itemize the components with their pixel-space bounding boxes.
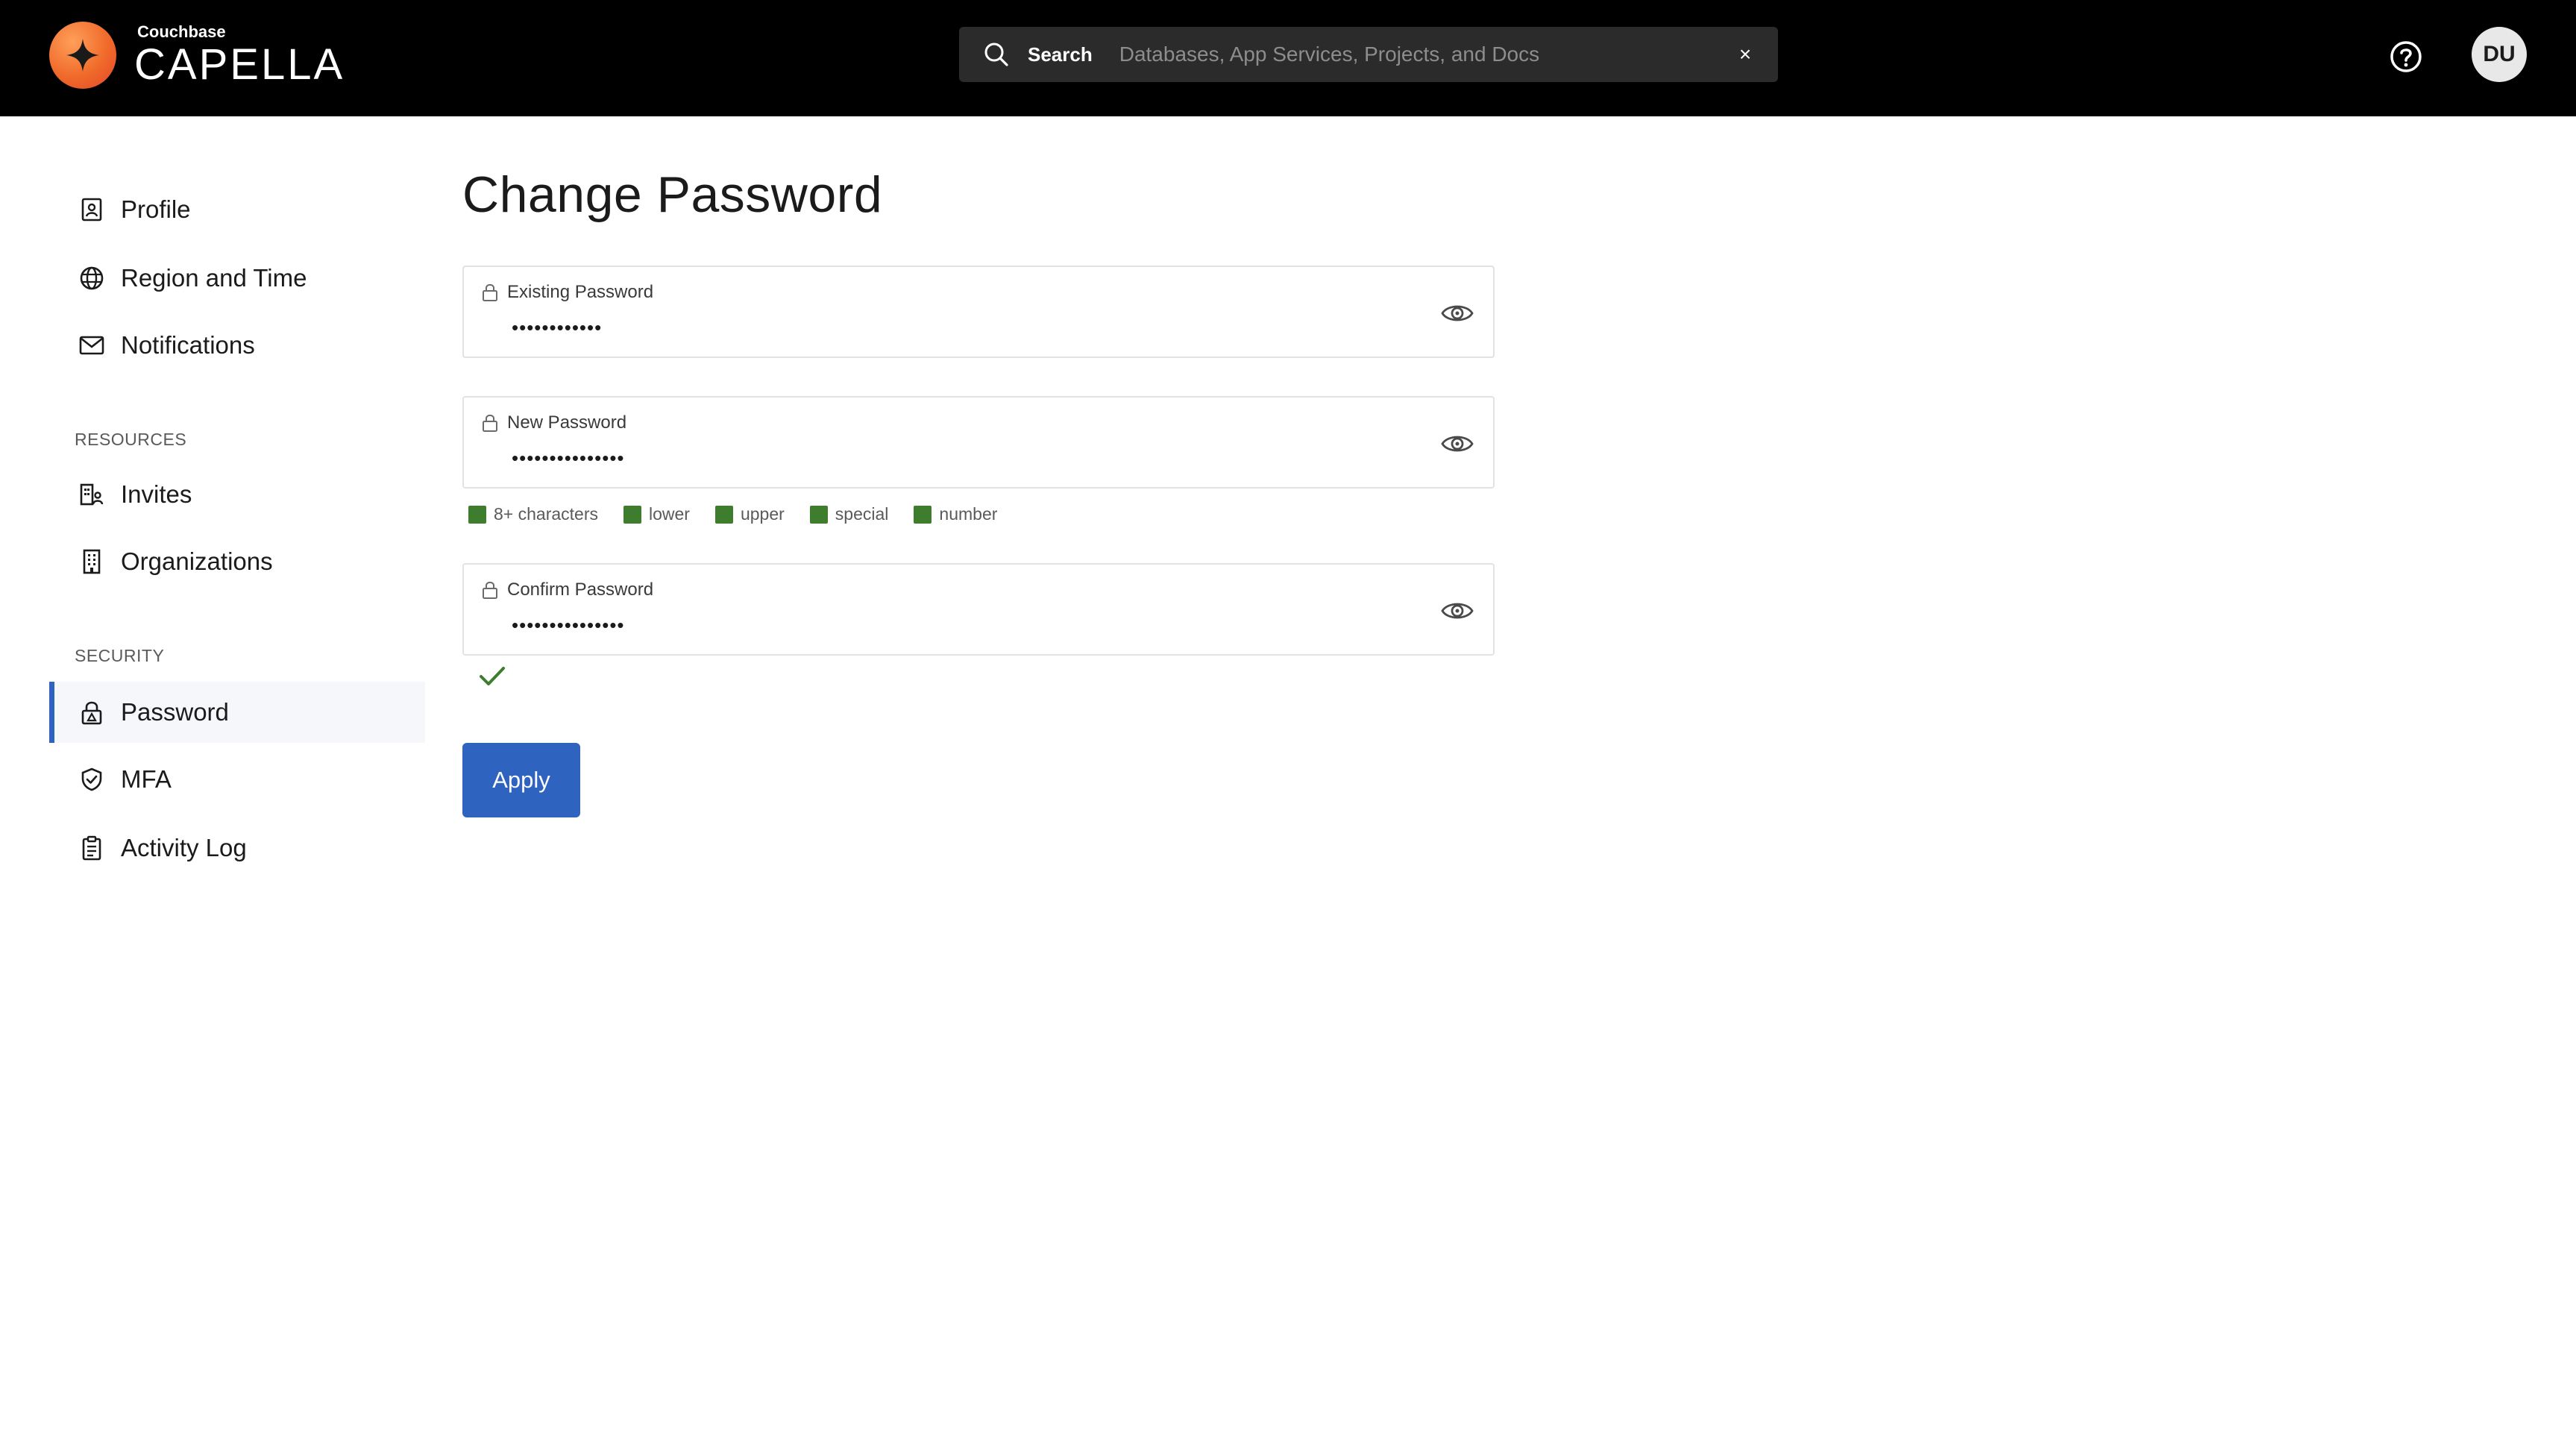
rule-special: special <box>809 504 889 524</box>
sidebar-item-invites[interactable]: Invites <box>49 464 425 525</box>
rule-label: special <box>835 504 889 524</box>
new-password-value[interactable]: ••••••••••••••• <box>512 447 625 470</box>
new-password-label: New Password <box>482 412 626 433</box>
rule-check-square <box>714 505 733 524</box>
rule-label: lower <box>649 504 690 524</box>
building-icon <box>78 547 106 576</box>
lock-icon <box>482 283 500 302</box>
rule-check-square <box>809 505 828 524</box>
logo-text: Couchbase CAPELLA <box>134 24 345 87</box>
sidebar-item-label: MFA <box>121 765 172 793</box>
apply-button[interactable]: Apply <box>462 743 580 817</box>
section-label-security: SECURITY <box>75 646 165 665</box>
rule-lower: lower <box>623 504 690 524</box>
confirm-password-value[interactable]: ••••••••••••••• <box>512 614 625 637</box>
capella-logo[interactable]: Couchbase CAPELLA <box>49 19 345 91</box>
show-password-toggle[interactable] <box>1439 295 1475 331</box>
capella-star-icon <box>49 22 116 89</box>
sidebar-item-label: Notifications <box>121 331 255 359</box>
profile-icon <box>78 195 106 224</box>
help-button[interactable] <box>2388 39 2424 75</box>
passwords-match-check-icon <box>477 664 510 692</box>
rule-number: number <box>914 504 997 524</box>
sidebar-item-label: Activity Log <box>121 834 247 861</box>
logo-brand-text: CAPELLA <box>134 40 345 89</box>
eye-icon <box>1441 436 1474 452</box>
rule-check-square <box>468 505 486 524</box>
confirm-password-field[interactable]: Confirm Password ••••••••••••••• <box>462 563 1495 656</box>
lock-icon <box>482 413 500 433</box>
rule-check-square <box>623 505 641 524</box>
field-label-text: New Password <box>507 412 627 433</box>
search-input[interactable] <box>1117 42 1730 67</box>
existing-password-field[interactable]: Existing Password •••••••••••• <box>462 266 1495 358</box>
sidebar-item-organizations[interactable]: Organizations <box>49 531 425 592</box>
search-clear-button[interactable]: × <box>1730 40 1760 69</box>
sidebar-item-mfa[interactable]: MFA <box>49 749 425 810</box>
existing-password-label: Existing Password <box>482 282 653 303</box>
rule-upper: upper <box>714 504 785 524</box>
logo-small-text: Couchbase <box>137 22 226 41</box>
lock-icon <box>78 698 106 726</box>
envelope-icon <box>78 331 106 360</box>
show-password-toggle[interactable] <box>1439 593 1475 629</box>
existing-password-value[interactable]: •••••••••••• <box>512 316 602 339</box>
search-icon <box>981 40 1011 69</box>
top-bar: Couchbase CAPELLA Search × DU <box>0 0 2576 116</box>
shield-icon <box>78 765 106 794</box>
sidebar-item-profile[interactable]: Profile <box>49 179 425 240</box>
field-label-text: Confirm Password <box>507 580 654 600</box>
sidebar-item-password[interactable]: Password <box>49 682 425 743</box>
rule-length: 8+ characters <box>468 504 598 524</box>
confirm-password-label: Confirm Password <box>482 580 653 600</box>
user-avatar[interactable]: DU <box>2472 27 2527 82</box>
sidebar-item-label: Invites <box>121 480 192 508</box>
lock-icon <box>482 580 500 600</box>
sidebar-item-region-and-time[interactable]: Region and Time <box>49 248 425 309</box>
sidebar-item-label: Password <box>121 698 229 726</box>
help-icon <box>2390 41 2422 72</box>
password-requirements: 8+ characters lower upper special number <box>468 504 1022 524</box>
rule-check-square <box>914 505 932 524</box>
section-label-resources: RESOURCES <box>75 430 187 449</box>
globe-icon <box>78 264 106 292</box>
sidebar-item-notifications[interactable]: Notifications <box>49 315 425 376</box>
rule-label: upper <box>740 504 785 524</box>
page-title: Change Password <box>462 166 883 223</box>
show-password-toggle[interactable] <box>1439 426 1475 462</box>
field-label-text: Existing Password <box>507 282 654 302</box>
sidebar-item-label: Region and Time <box>121 264 307 292</box>
new-password-field[interactable]: New Password ••••••••••••••• <box>462 396 1495 489</box>
invites-icon <box>78 480 106 509</box>
clipboard-icon <box>78 834 106 862</box>
search-label: Search <box>1028 43 1093 66</box>
sidebar-item-label: Organizations <box>121 547 273 575</box>
eye-icon <box>1441 603 1474 619</box>
rule-label: number <box>939 504 998 524</box>
eye-icon <box>1441 305 1474 321</box>
global-search[interactable]: Search × <box>959 27 1778 82</box>
rule-label: 8+ characters <box>494 504 598 524</box>
sidebar-item-activity-log[interactable]: Activity Log <box>49 817 425 879</box>
sidebar-item-label: Profile <box>121 195 191 223</box>
